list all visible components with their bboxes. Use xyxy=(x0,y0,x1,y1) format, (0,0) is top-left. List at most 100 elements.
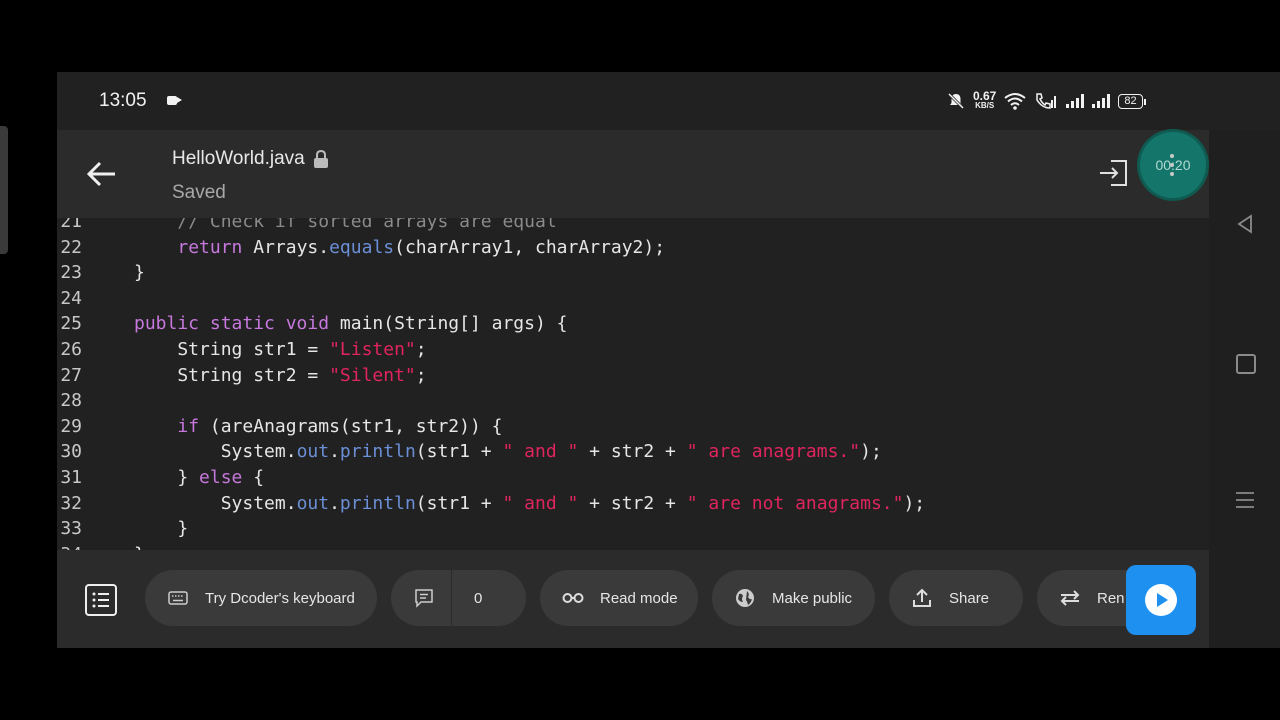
code-line[interactable]: 25 public static void main(String[] args)… xyxy=(57,311,1209,337)
code-token: } xyxy=(134,467,200,488)
code-token: ); xyxy=(860,441,882,463)
list-icon[interactable] xyxy=(85,584,117,616)
code-token: ); xyxy=(903,492,926,514)
make-public-button[interactable]: Make public xyxy=(712,570,875,626)
call-icon xyxy=(1036,93,1057,109)
code-token: "Silent" xyxy=(329,364,416,386)
line-number: 25 xyxy=(60,313,82,335)
code-token: (areAnagrams(str1, str2)) { xyxy=(199,415,503,437)
code-token: else xyxy=(199,467,243,488)
glasses-icon xyxy=(562,587,584,609)
code-line[interactable]: 22 return Arrays.equals(charArray1, char… xyxy=(57,235,1209,261)
back-arrow-icon[interactable] xyxy=(85,157,119,191)
code-token: (charArray1, charArray2); xyxy=(394,236,666,258)
swap-icon xyxy=(1059,587,1081,609)
system-icons: 0.67 KB/S 82 xyxy=(947,89,1146,112)
more-vertical-icon[interactable] xyxy=(1170,152,1174,178)
line-number: 27 xyxy=(60,364,82,386)
code-line[interactable]: 30 System.out.println(str1 + " and " + s… xyxy=(57,439,1209,465)
code-line[interactable]: 28 xyxy=(57,388,1209,414)
line-number: 31 xyxy=(60,467,82,488)
keyboard-icon xyxy=(167,587,189,609)
line-number: 30 xyxy=(60,441,82,463)
code-token: String str1 = xyxy=(134,339,330,360)
wifi-icon xyxy=(1004,93,1026,110)
phone-screen: 13:05 0.67 KB/S 82 HelloWorld.java Saved… xyxy=(57,72,1280,648)
make-public-label: Make public xyxy=(772,589,853,607)
net-speed: 0.67 KB/S xyxy=(973,89,997,111)
code-token: ; xyxy=(415,364,427,386)
code-token: "Listen" xyxy=(329,339,416,360)
code-line[interactable]: 26 String str1 = "Listen"; xyxy=(57,337,1209,363)
line-number: 23 xyxy=(60,262,82,284)
code-text: } else { xyxy=(134,465,264,491)
code-token: out xyxy=(296,492,330,514)
signal-icon-2 xyxy=(1092,94,1111,108)
exit-icon[interactable] xyxy=(1097,156,1131,190)
code-line[interactable]: 24 xyxy=(57,286,1209,312)
code-line[interactable]: 34} xyxy=(57,542,1209,550)
divider xyxy=(451,570,452,626)
globe-icon xyxy=(734,587,756,609)
code-text: return Arrays.equals(charArray1, charArr… xyxy=(134,235,665,261)
code-token: . xyxy=(329,441,340,463)
code-token: println xyxy=(339,441,416,463)
code-line[interactable]: 21 // Check if sorted arrays are equal xyxy=(57,218,1209,235)
mute-icon xyxy=(947,92,965,110)
code-token: " are not anagrams." xyxy=(686,492,904,514)
code-token: // Check if sorted arrays are equal xyxy=(177,218,557,232)
code-token: { xyxy=(242,467,265,488)
line-number: 24 xyxy=(60,287,82,309)
nav-menu-icon[interactable] xyxy=(1235,490,1255,510)
line-number: 28 xyxy=(60,390,82,412)
line-number: 34 xyxy=(57,542,82,550)
code-token: (str1 + xyxy=(415,441,503,463)
comments-button[interactable]: 0 xyxy=(391,570,526,626)
code-line[interactable]: 32 System.out.println(str1 + " and " + s… xyxy=(57,491,1209,517)
run-button[interactable] xyxy=(1126,565,1196,635)
share-button[interactable]: Share xyxy=(889,570,1023,626)
share-icon xyxy=(911,587,933,609)
code-token: equals xyxy=(329,236,395,258)
code-line[interactable]: 27 String str2 = "Silent"; xyxy=(57,363,1209,389)
net-speed-value: 0.67 xyxy=(973,89,997,103)
line-number: 21 xyxy=(60,218,82,232)
recording-timer[interactable]: 00:20 xyxy=(1140,132,1206,198)
nav-back-icon[interactable] xyxy=(1237,214,1253,234)
code-token: " are anagrams." xyxy=(686,441,861,463)
code-token: + str2 + xyxy=(578,492,687,514)
code-token: Arrays. xyxy=(242,236,330,258)
code-line[interactable]: 23} xyxy=(57,260,1209,286)
screen-edge xyxy=(0,126,8,254)
share-label: Share xyxy=(949,589,990,607)
code-text: } xyxy=(134,260,145,286)
battery-icon: 82 xyxy=(1118,93,1146,109)
line-number: 33 xyxy=(60,518,82,540)
code-token: + str2 + xyxy=(578,441,687,463)
code-line[interactable]: 33 } xyxy=(57,516,1209,542)
code-text: String str1 = "Listen"; xyxy=(134,337,427,363)
line-number: 32 xyxy=(60,492,82,514)
code-token: . xyxy=(329,492,340,514)
code-text: String str2 = "Silent"; xyxy=(134,363,427,389)
code-token: } xyxy=(134,518,189,540)
code-text: public static void main(String[] args) { xyxy=(134,311,568,337)
code-token: public static void xyxy=(134,313,330,335)
line-number: 29 xyxy=(60,415,82,437)
code-editor[interactable]: 21 // Check if sorted arrays are equal 22… xyxy=(57,218,1209,550)
code-line[interactable]: 31 } else { xyxy=(57,465,1209,491)
status-bar: 13:05 0.67 KB/S 82 xyxy=(57,72,1280,130)
read-mode-button[interactable]: Read mode xyxy=(540,570,698,626)
code-token: return xyxy=(177,236,243,258)
file-name[interactable]: HelloWorld.java xyxy=(172,148,329,170)
rename-label: Ren xyxy=(1097,589,1125,607)
code-line[interactable]: 29 if (areAnagrams(str1, str2)) { xyxy=(57,414,1209,440)
code-token: String str2 = xyxy=(134,364,330,386)
code-token: ; xyxy=(415,339,427,360)
code-token: System. xyxy=(134,492,297,514)
keyboard-button[interactable]: Try Dcoder's keyboard xyxy=(145,570,377,626)
code-token: (str1 + xyxy=(415,492,503,514)
nav-home-icon[interactable] xyxy=(1236,354,1256,374)
